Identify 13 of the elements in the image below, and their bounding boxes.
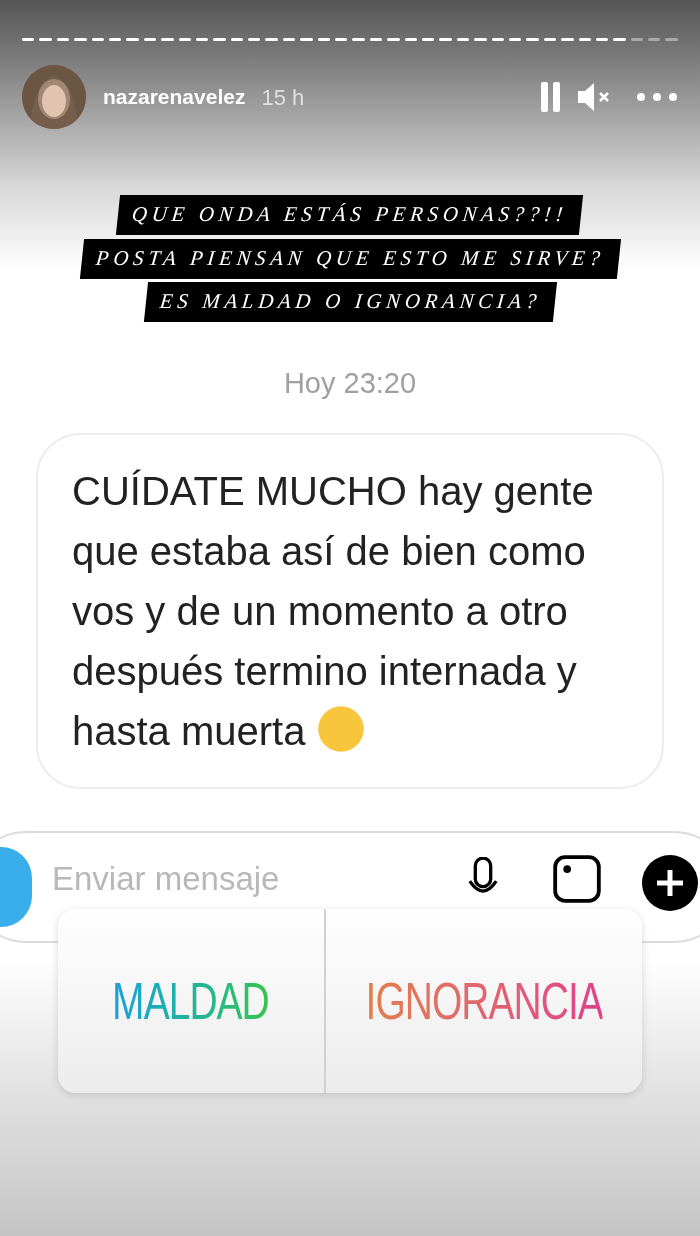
poll-option[interactable]: MALDAD xyxy=(58,909,324,1093)
message-bubble: CUÍDATE MUCHO hay gente que estaba así de bien como vos y de un momento a otro después termino internada y hasta muerta xyxy=(36,433,664,789)
more-icon[interactable] xyxy=(636,92,678,102)
add-icon[interactable] xyxy=(642,855,698,911)
message-timestamp: Hoy 23:20 xyxy=(283,365,417,401)
image-icon[interactable] xyxy=(552,855,602,903)
pause-icon[interactable] xyxy=(540,82,562,112)
username[interactable]: nazarenavelez xyxy=(103,81,246,113)
muted-speaker-icon[interactable] xyxy=(578,82,612,112)
emoji-icon xyxy=(317,705,366,753)
poll-option[interactable]: IGNORANCIA xyxy=(323,909,642,1093)
message-field[interactable]: Enviar mensaje xyxy=(52,857,382,901)
post-time: 15 h xyxy=(261,83,305,112)
